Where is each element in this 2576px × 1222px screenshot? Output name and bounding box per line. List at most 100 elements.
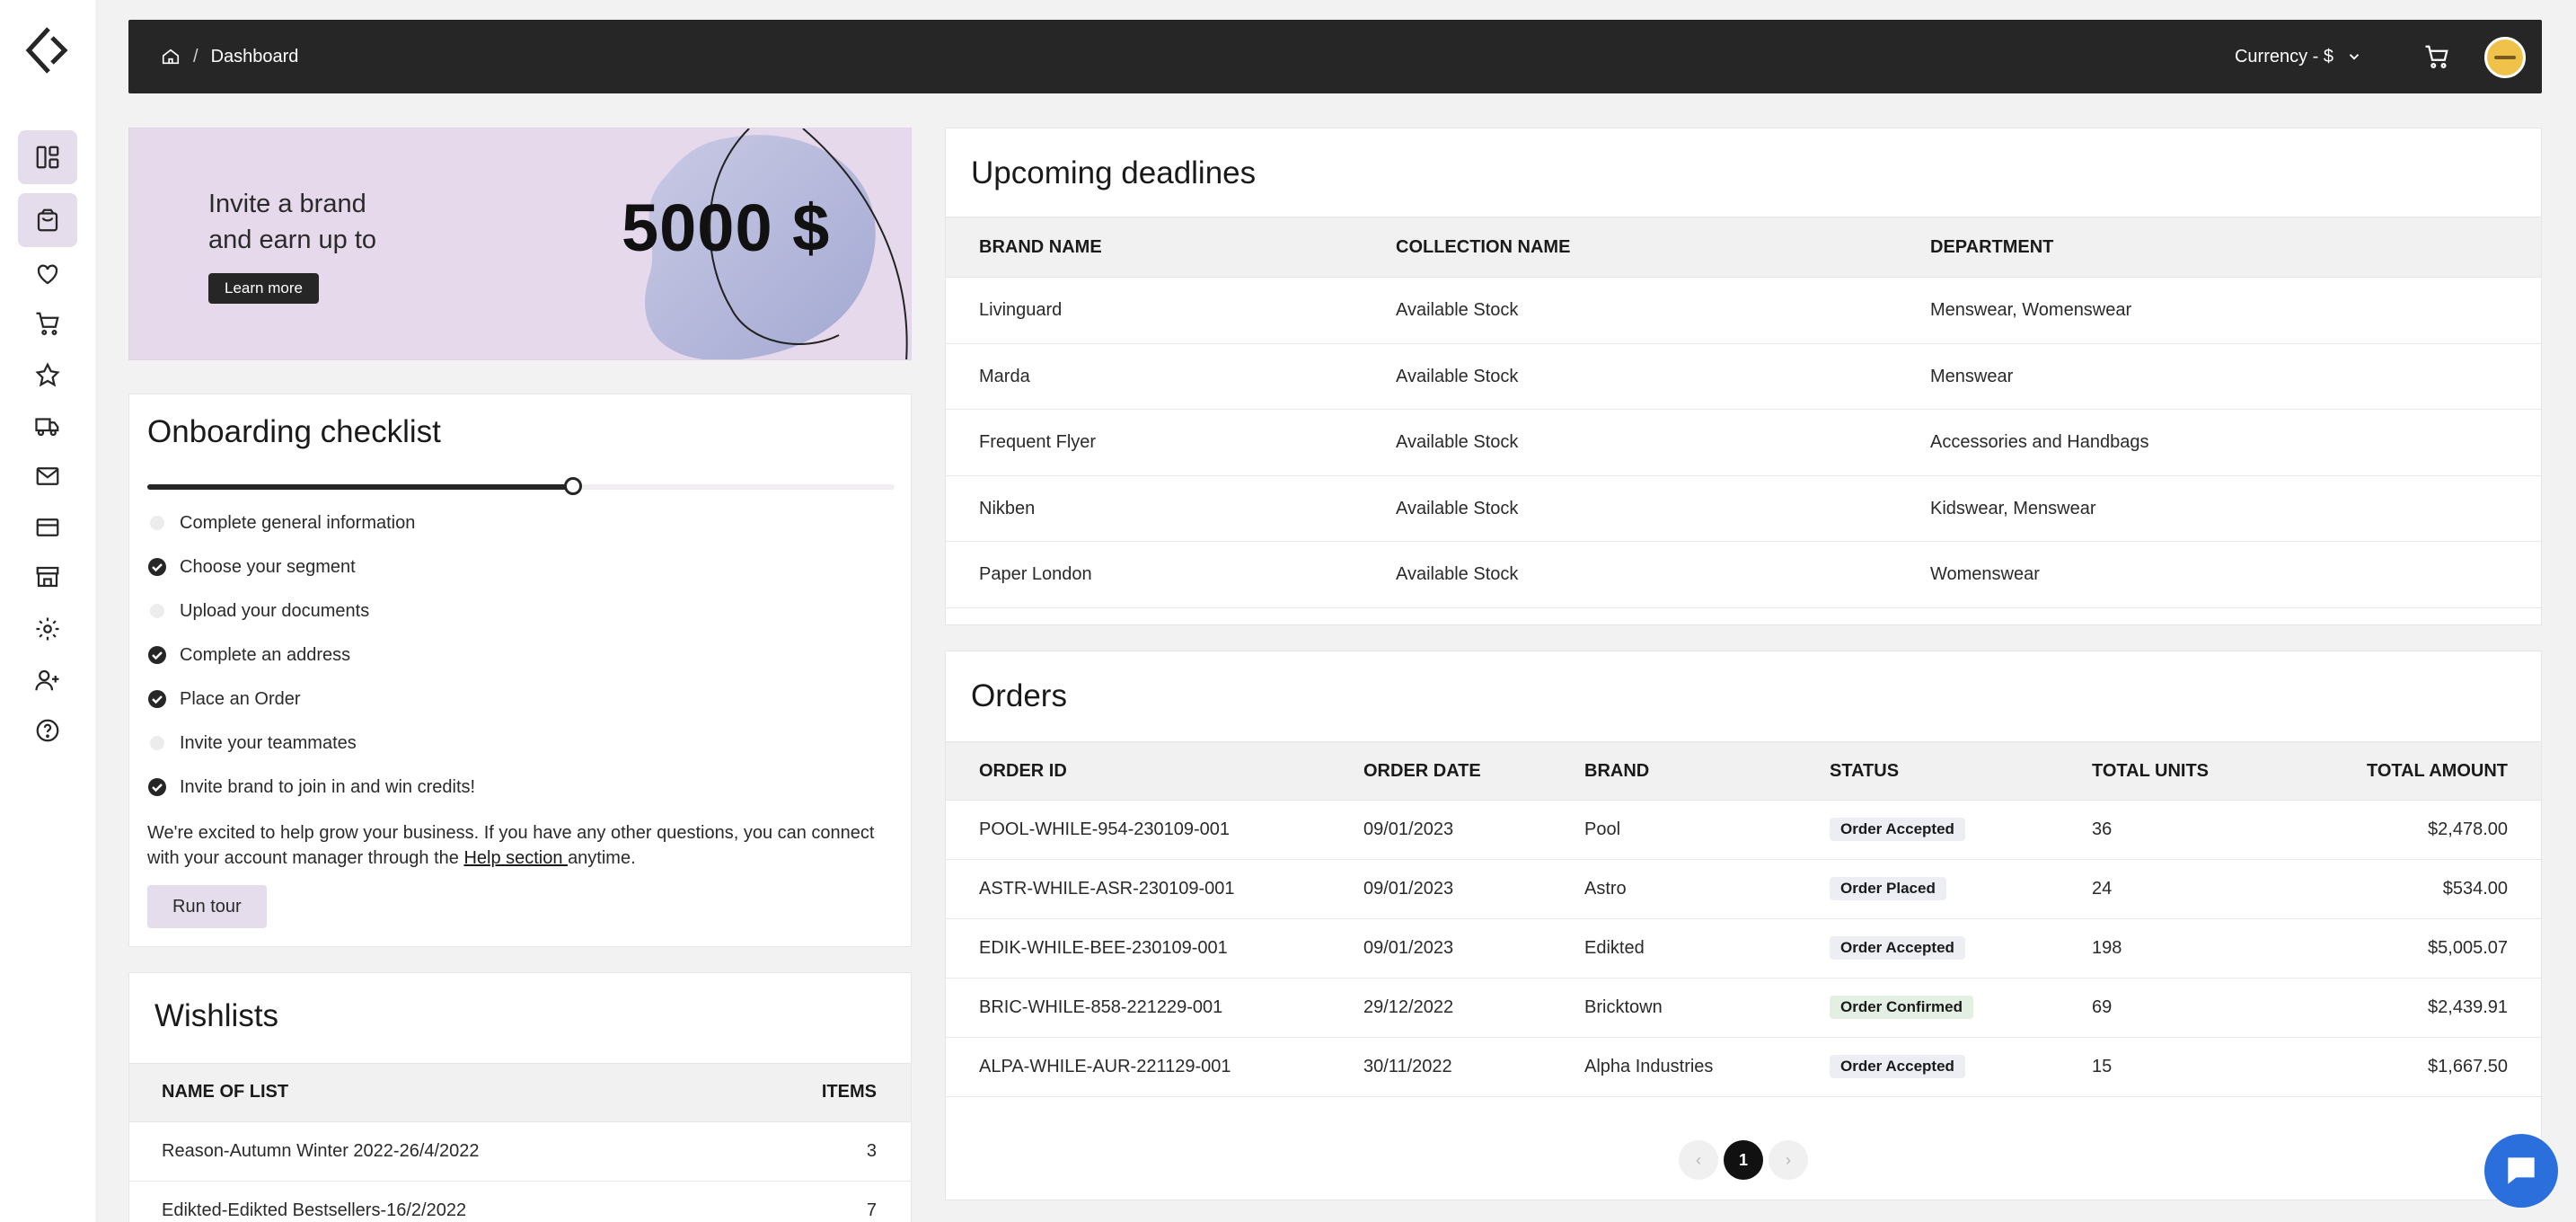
order-status: Order Confirmed: [1830, 996, 1974, 1019]
order-status: Order Accepted: [1830, 936, 1965, 960]
checklist-item: Choose your segment: [147, 553, 356, 580]
table-row[interactable]: Edikted-Edikted Bestsellers-16/2/2022 7: [129, 1182, 911, 1222]
status-badge: Order Confirmed: [1830, 996, 1974, 1019]
collection-name: Available Stock: [1396, 366, 1519, 386]
sidebar-item-invite-user[interactable]: [18, 653, 77, 707]
table-row[interactable]: Reason-Autumn Winter 2022-26/4/2022 3: [129, 1122, 911, 1182]
learn-more-button[interactable]: Learn more: [208, 273, 319, 304]
order-units: 69: [2092, 997, 2113, 1017]
table-row[interactable]: ASTR-WHILE-ASR-230109-001 09/01/2023 Astro…: [946, 860, 2541, 919]
department: Kidswear, Menswear: [1930, 498, 2096, 518]
onboarding-title: Onboarding checklist: [147, 414, 441, 449]
sidebar-item-wishlist[interactable]: [18, 247, 77, 301]
order-date: 09/01/2023: [1363, 938, 1454, 958]
order-amount: $2,478.00: [2428, 819, 2508, 839]
deadlines-title: Upcoming deadlines: [971, 155, 1257, 190]
chat-widget-button[interactable]: [2484, 1134, 2558, 1208]
checklist-item-label: Place an Order: [180, 688, 301, 709]
order-units: 15: [2092, 1057, 2113, 1076]
table-row[interactable]: Frequent Flyer Available Stock Accessories…: [946, 410, 2541, 476]
order-brand: Pool: [1584, 819, 1621, 839]
table-row[interactable]: BRIC-WHILE-858-221229-001 29/12/2022 Brick…: [946, 978, 2541, 1038]
heart-icon: [37, 264, 58, 285]
prev-page-button[interactable]: ‹: [1679, 1140, 1718, 1180]
truck-icon: [35, 418, 59, 437]
department: Menswear, Womenswear: [1930, 300, 2132, 320]
sidebar-item-dashboard[interactable]: [18, 130, 77, 184]
sidebar-item-shop[interactable]: [18, 193, 77, 247]
sidebar-item-store[interactable]: [18, 550, 77, 604]
table-row[interactable]: Marda Available Stock Menswear: [946, 344, 2541, 410]
table-row[interactable]: Livinguard Available Stock Menswear, Women…: [946, 278, 2541, 344]
deadlines-header: BRAND NAME COLLECTION NAME DEPARTMENT: [946, 217, 2541, 278]
run-tour-button[interactable]: Run tour: [147, 885, 267, 928]
order-status: Order Accepted: [1830, 1055, 1965, 1078]
sidebar-item-favorites[interactable]: [18, 348, 77, 402]
sidebar-item-cart[interactable]: [18, 297, 77, 350]
sidebar-item-help[interactable]: [18, 704, 77, 757]
credit-card-icon: [36, 518, 59, 536]
column-header: BRAND NAME: [979, 237, 1102, 257]
store-icon: [36, 566, 59, 588]
collection-name: Available Stock: [1396, 432, 1519, 452]
brand-name: Frequent Flyer: [979, 432, 1097, 452]
cart-icon: [36, 312, 59, 335]
status-badge: Order Accepted: [1830, 936, 1965, 960]
order-date: 30/11/2022: [1363, 1057, 1452, 1076]
dashboard-icon: [36, 146, 59, 169]
avatar[interactable]: [2484, 37, 2526, 78]
logo-icon[interactable]: [25, 25, 70, 75]
currency-selector[interactable]: Currency - $: [2235, 20, 2362, 93]
order-units: 36: [2092, 819, 2113, 839]
order-date: 29/12/2022: [1363, 997, 1454, 1017]
pending-circle-icon: [150, 604, 164, 618]
column-header: TOTAL AMOUNT: [2366, 761, 2508, 781]
orders-title: Orders: [971, 678, 1067, 713]
column-header: COLLECTION NAME: [1396, 237, 1571, 257]
help-section-link[interactable]: Help section: [463, 848, 568, 868]
table-row[interactable]: POOL-WHILE-954-230109-001 09/01/2023 Pool O…: [946, 801, 2541, 860]
chat-icon: [2508, 1157, 2535, 1184]
order-status: Order Accepted: [1830, 818, 1965, 841]
breadcrumb-current: Dashboard: [210, 46, 299, 66]
table-row[interactable]: ALPA-WHILE-AUR-221129-001 30/11/2022 Alpha…: [946, 1038, 2541, 1097]
checklist-item: Place an Order: [147, 686, 301, 713]
orders-card: Orders ORDER ID ORDER DATE BRAND STATUS …: [945, 651, 2542, 1200]
column-header: NAME OF LIST: [162, 1082, 289, 1102]
sidebar-item-shipping[interactable]: [18, 399, 77, 453]
sidebar-item-payments[interactable]: [18, 500, 77, 554]
page-button[interactable]: 1: [1724, 1140, 1763, 1180]
checklist-item: Invite your teammates: [147, 730, 357, 757]
column-header: ORDER DATE: [1363, 761, 1481, 781]
checklist-item-label: Invite your teammates: [180, 732, 357, 753]
next-page-button[interactable]: ›: [1769, 1140, 1808, 1180]
sidebar-item-settings[interactable]: [18, 602, 77, 656]
table-row[interactable]: EDIK-WHILE-BEE-230109-001 09/01/2023 Edikt…: [946, 919, 2541, 978]
department: Menswear: [1930, 366, 2014, 386]
order-brand: Astro: [1584, 879, 1627, 899]
brand-name: Nikben: [979, 498, 1036, 518]
order-units: 24: [2092, 879, 2113, 899]
wishlist-name: Reason-Autumn Winter 2022-26/4/2022: [162, 1141, 480, 1161]
cart-icon[interactable]: [2423, 43, 2450, 70]
star-icon: [35, 362, 60, 387]
collection-name: Available Stock: [1396, 498, 1519, 518]
pending-circle-icon: [150, 736, 164, 750]
sidebar-item-messages[interactable]: [18, 449, 77, 503]
checklist-item-label: Invite brand to join in and win credits!: [180, 776, 476, 797]
wishlist-name: Edikted-Edikted Bestsellers-16/2/2022: [162, 1200, 467, 1220]
department: Womenswear: [1930, 564, 2040, 584]
order-amount: $1,667.50: [2428, 1057, 2508, 1076]
status-badge: Order Placed: [1830, 877, 1946, 900]
order-units: 198: [2092, 938, 2122, 958]
pagination: ‹ 1 ›: [1679, 1140, 1808, 1180]
home-icon[interactable]: [161, 47, 181, 66]
column-header: TOTAL UNITS: [2092, 761, 2209, 781]
wishlist-items: 3: [866, 1141, 877, 1161]
order-id: ALPA-WHILE-AUR-221129-001: [979, 1057, 1231, 1076]
order-amount: $534.00: [2442, 879, 2508, 899]
table-row[interactable]: Paper London Available Stock Womenswear: [946, 542, 2541, 608]
column-header: DEPARTMENT: [1930, 237, 2054, 257]
table-row[interactable]: Nikben Available Stock Kidswear, Menswear: [946, 476, 2541, 542]
department: Accessories and Handbags: [1930, 432, 2149, 452]
